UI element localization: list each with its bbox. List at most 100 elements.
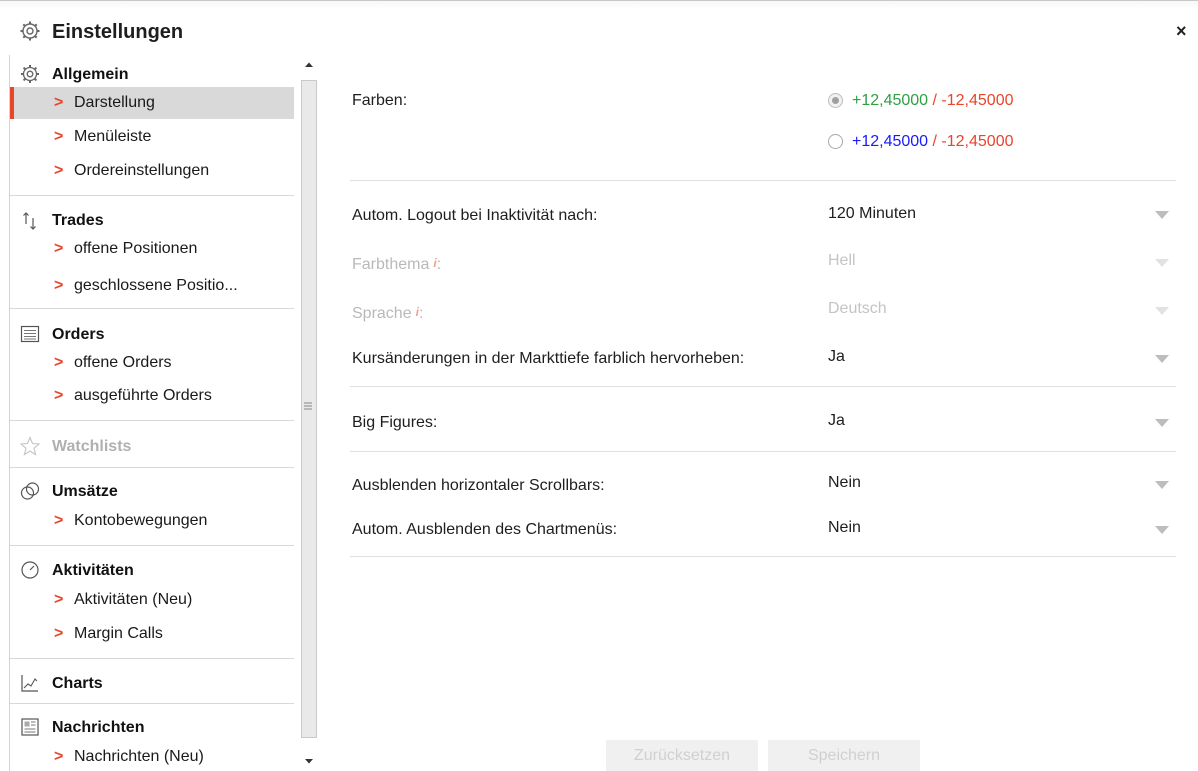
sidebar-divider	[10, 195, 294, 196]
sidebar-group-charts[interactable]: Charts	[10, 669, 294, 697]
hide-scrollbars-select[interactable]: Nein	[828, 474, 861, 492]
sidebar-divider	[10, 467, 294, 468]
sidebar-item-label: offene Positionen	[74, 240, 198, 257]
reset-button[interactable]: Zurücksetzen	[606, 740, 758, 771]
coins-icon	[20, 482, 40, 500]
positive-sample: +12,45000	[852, 92, 929, 109]
sidebar-group-label: Aktivitäten	[52, 562, 134, 579]
chevron-right-icon: >	[54, 748, 64, 765]
chevron-right-icon: >	[54, 277, 64, 294]
sidebar-group-label: Nachrichten	[52, 719, 145, 736]
window-titlebar: Einstellungen ×	[0, 0, 1198, 60]
clock-icon	[21, 561, 39, 579]
language-label-text: Sprache	[352, 305, 412, 322]
sidebar-item-label: Ordereinstellungen	[74, 162, 210, 179]
close-icon[interactable]: ×	[1176, 21, 1187, 42]
chevron-right-icon: >	[54, 354, 64, 371]
save-button[interactable]: Speichern	[768, 740, 920, 771]
language-label: Sprache i:	[352, 305, 423, 323]
colors-label: Farben:	[352, 92, 408, 109]
star-icon	[20, 436, 40, 456]
theme-label: Farbthema i:	[352, 256, 441, 274]
chevron-down-icon[interactable]	[1154, 418, 1170, 428]
sidebar-group-label: Watchlists	[52, 438, 132, 455]
sidebar-item-menueleiste[interactable]: > Menüleiste	[10, 121, 294, 153]
gear-icon	[20, 21, 40, 41]
negative-sample: -12,45000	[941, 92, 1014, 109]
logout-label: Autom. Logout bei Inaktivität nach:	[352, 207, 598, 224]
hide-chartmenu-label: Autom. Ausblenden des Chartmenüs:	[352, 521, 618, 538]
language-label-colon: :	[418, 305, 424, 322]
scroll-down-icon[interactable]	[302, 754, 316, 768]
sidebar-group-label: Umsätze	[52, 483, 118, 500]
sidebar-group-watchlists: Watchlists	[10, 432, 294, 460]
chevron-down-icon[interactable]	[1154, 480, 1170, 490]
scroll-up-icon[interactable]	[302, 58, 316, 72]
chevron-right-icon: >	[54, 240, 64, 257]
hide-chartmenu-select[interactable]: Nein	[828, 519, 861, 537]
theme-label-colon: :	[436, 256, 442, 273]
negative-sample: -12,45000	[941, 133, 1014, 150]
colors-option-blue-red[interactable]: +12,45000 / -12,45000	[852, 133, 1013, 151]
titlebar-strip	[0, 1, 1198, 10]
sidebar-group-allgemein[interactable]: Allgemein	[10, 60, 294, 88]
sidebar-group-orders[interactable]: Orders	[10, 320, 294, 348]
chevron-down-icon[interactable]	[1154, 525, 1170, 535]
sidebar-divider	[10, 545, 294, 546]
news-icon	[21, 718, 39, 736]
sidebar-group-aktivitaeten[interactable]: Aktivitäten	[10, 556, 294, 584]
colors-option-green-red-radio[interactable]	[828, 93, 843, 108]
chevron-down-icon	[1155, 259, 1169, 267]
sidebar-item-label: Darstellung	[74, 94, 155, 111]
chevron-right-icon: >	[54, 625, 64, 642]
chevron-down-icon[interactable]	[1154, 210, 1170, 220]
big-figures-label: Big Figures:	[352, 414, 438, 431]
window-title: Einstellungen	[52, 21, 184, 43]
sidebar-group-label: Charts	[52, 675, 103, 692]
chevron-down-icon[interactable]	[1154, 354, 1170, 364]
sidebar-item-nachrichten-neu[interactable]: > Nachrichten (Neu)	[10, 741, 294, 771]
sidebar-group-label: Allgemein	[52, 66, 129, 83]
sidebar-item-aktivitaeten-neu[interactable]: > Aktivitäten (Neu)	[10, 584, 294, 616]
section-divider	[350, 386, 1176, 387]
colors-option-blue-red-radio[interactable]	[828, 134, 843, 149]
logout-select[interactable]: 120 Minuten	[828, 205, 916, 223]
grip-icon	[304, 402, 312, 410]
sidebar-item-label: Menüleiste	[74, 128, 152, 145]
highlight-select[interactable]: Ja	[828, 348, 845, 366]
chevron-right-icon: >	[54, 94, 64, 111]
positive-sample: +12,45000	[852, 133, 929, 150]
sample-separator: /	[928, 92, 942, 109]
sidebar-item-label: Nachrichten (Neu)	[74, 748, 204, 765]
chevron-right-icon: >	[54, 591, 64, 608]
sidebar-group-label: Orders	[52, 326, 105, 343]
sidebar-item-label: Aktivitäten (Neu)	[74, 591, 193, 608]
sidebar-item-offene-orders[interactable]: > offene Orders	[10, 347, 294, 379]
sidebar-item-ausgefuehrte-orders[interactable]: > ausgeführte Orders	[10, 380, 294, 412]
sidebar-divider	[10, 658, 294, 659]
chart-icon	[21, 675, 38, 692]
chevron-right-icon: >	[54, 162, 64, 179]
theme-select: Hell	[828, 252, 856, 269]
sidebar-item-geschlossene-positionen[interactable]: > geschlossene Positio...	[10, 270, 294, 302]
section-divider	[350, 556, 1176, 557]
list-icon	[20, 325, 40, 343]
sidebar-item-offene-positionen[interactable]: > offene Positionen	[10, 233, 294, 265]
sidebar-item-label: geschlossene Positio...	[74, 277, 238, 294]
big-figures-select[interactable]: Ja	[828, 412, 845, 430]
theme-label-text: Farbthema	[352, 256, 430, 273]
sidebar-group-trades[interactable]: Trades	[10, 206, 294, 234]
chevron-down-icon	[1155, 307, 1169, 315]
sidebar-group-umsaetze[interactable]: Umsätze	[10, 477, 294, 505]
colors-option-green-red[interactable]: +12,45000 / -12,45000	[852, 92, 1013, 110]
sidebar-item-kontobewegungen[interactable]: > Kontobewegungen	[10, 505, 294, 537]
sidebar-item-ordereinstellungen[interactable]: > Ordereinstellungen	[10, 155, 294, 187]
settings-panel	[320, 55, 1198, 771]
sidebar-group-nachrichten[interactable]: Nachrichten	[10, 713, 294, 741]
gear-icon	[21, 65, 39, 83]
sidebar-item-darstellung[interactable]: > Darstellung	[10, 87, 294, 119]
sidebar-item-label: Margin Calls	[74, 625, 163, 642]
sidebar-divider	[10, 308, 294, 309]
section-divider	[350, 451, 1176, 452]
sidebar-item-margin-calls[interactable]: > Margin Calls	[10, 618, 294, 650]
